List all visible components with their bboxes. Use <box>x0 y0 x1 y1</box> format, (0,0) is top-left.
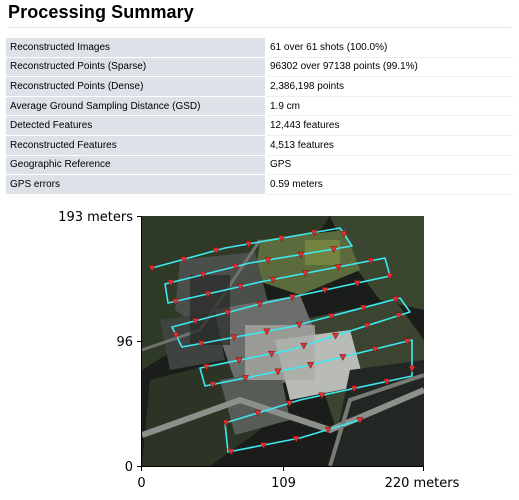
row-label: Reconstructed Images <box>6 37 266 58</box>
table-row: GPS errors 0.59 meters <box>6 174 513 195</box>
title-divider <box>8 27 511 28</box>
row-value: 96302 over 97138 points (99.1%) <box>265 56 513 78</box>
row-value: 2,386,198 points <box>265 76 513 97</box>
row-value: 0.59 meters <box>265 174 513 195</box>
row-value: 4,513 features <box>265 134 513 156</box>
table-row: Reconstructed Images 61 over 61 shots (1… <box>6 37 513 58</box>
table-row: Reconstructed Points (Dense) 2,386,198 p… <box>6 76 513 97</box>
survey-map-figure: 193 meters 96 0 0 109 220 meters <box>0 200 519 500</box>
y-tick-label-top: 193 meters <box>58 210 133 225</box>
row-label: Average Ground Sampling Distance (GSD) <box>6 95 266 117</box>
row-label: Reconstructed Points (Sparse) <box>6 56 266 78</box>
survey-map-plot: 193 meters 96 0 0 109 220 meters <box>58 210 460 491</box>
row-value: 12,443 features <box>265 115 513 136</box>
y-tick-label-mid: 96 <box>116 335 133 350</box>
y-tick-label-bottom: 0 <box>125 460 133 475</box>
row-value: 1.9 cm <box>265 95 513 117</box>
x-tick-label-left: 0 <box>137 476 145 491</box>
row-label: Detected Features <box>6 115 266 136</box>
table-row: Reconstructed Features 4,513 features <box>6 134 513 156</box>
table-row: Average Ground Sampling Distance (GSD) 1… <box>6 95 513 117</box>
page-title: Processing Summary <box>8 2 194 22</box>
table-row: Detected Features 12,443 features <box>6 115 513 136</box>
table-row: Geographic Reference GPS <box>6 154 513 176</box>
row-label: Reconstructed Points (Dense) <box>6 76 266 97</box>
row-value: GPS <box>265 154 513 176</box>
row-value: 61 over 61 shots (100.0%) <box>265 37 513 58</box>
orthophoto-image <box>142 216 424 466</box>
row-label: GPS errors <box>6 174 266 195</box>
row-label: Geographic Reference <box>6 154 266 176</box>
row-label: Reconstructed Features <box>6 134 266 156</box>
x-tick-label-right: 220 meters <box>385 476 460 491</box>
table-row: Reconstructed Points (Sparse) 96302 over… <box>6 56 513 78</box>
summary-table: Reconstructed Images 61 over 61 shots (1… <box>6 37 513 195</box>
x-tick-label-mid: 109 <box>271 476 296 491</box>
